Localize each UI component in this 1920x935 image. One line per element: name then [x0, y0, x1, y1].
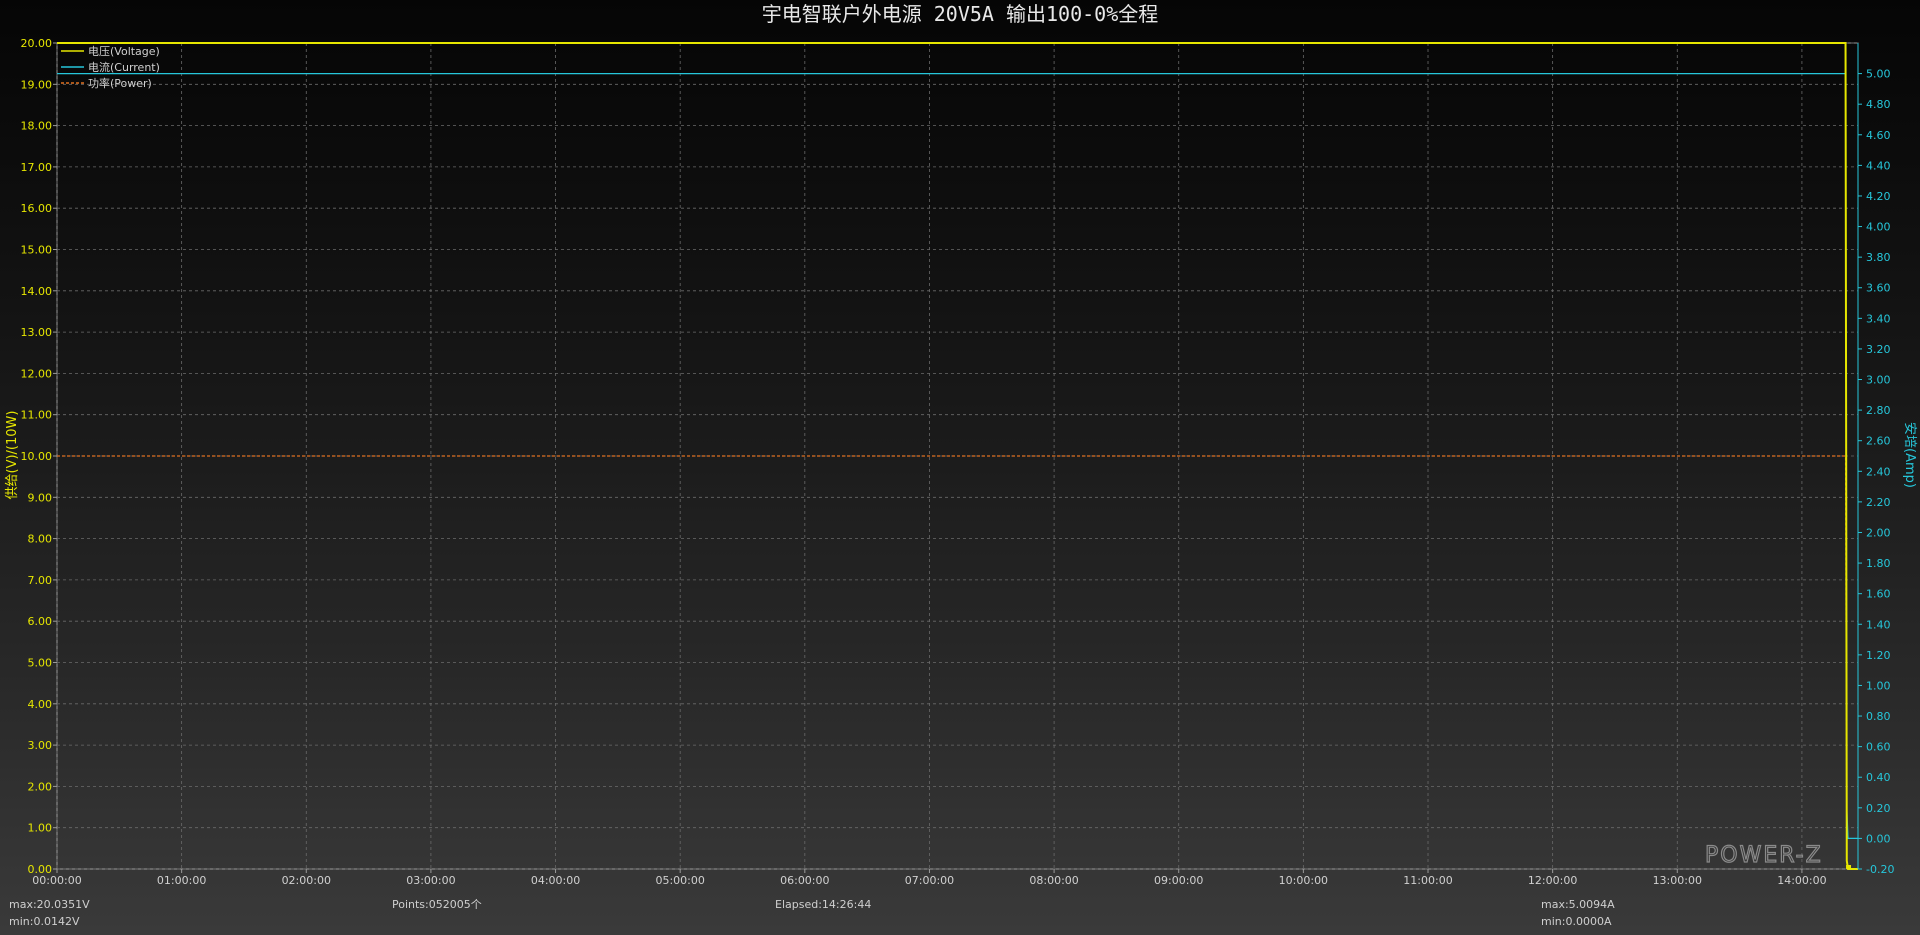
y-right-tick-label: 4.00	[1866, 221, 1891, 234]
y-left-tick-label: 20.00	[21, 37, 53, 50]
x-tick-label: 05:00:00	[655, 874, 704, 887]
legend-power-label: 功率(Power)	[88, 76, 152, 90]
end-marker	[1846, 865, 1852, 869]
current-min: min:0.0000A	[1541, 915, 1612, 928]
current-max: max:5.0094A	[1541, 898, 1615, 911]
y-right-tick-label: 0.20	[1866, 802, 1891, 815]
points-count: Points:052005个	[392, 898, 482, 911]
voltage-max: max:20.0351V	[9, 898, 90, 911]
y-right-tick-label: 2.20	[1866, 496, 1891, 509]
power-z-logo: POWER-Z	[1705, 843, 1823, 868]
y-left-tick-label: 7.00	[28, 574, 53, 587]
y-left-tick-label: 4.00	[28, 698, 53, 711]
y-left-tick-label: 11.00	[21, 409, 53, 422]
x-tick-label: 08:00:00	[1029, 874, 1078, 887]
y-right-tick-label: 1.00	[1866, 679, 1891, 692]
y-right-tick-label: 5.00	[1866, 68, 1891, 81]
y-axis-right-ticks: -0.20 0.00 0.20 0.40 0.60 0.80 1.00 1.20 1.40 1.6…	[1857, 43, 1894, 876]
y-right-tick-label: 2.60	[1866, 435, 1891, 448]
x-axis-ticks: 00:00:00 01:00:00 02:00:00 03:00:00 04:00:00…	[32, 869, 1827, 887]
chart-svg: 宇电智联户外电源 20V5A 输出100-0%全程 0.00 1.00 2.00 3.…	[5, 2, 1918, 928]
x-tick-label: 02:00:00	[282, 874, 331, 887]
x-tick-label: 04:00:00	[531, 874, 580, 887]
y-axis-left-title: 供给(V)/(10W)	[5, 411, 20, 500]
y-left-tick-label: 2.00	[28, 780, 53, 793]
x-tick-label: 06:00:00	[780, 874, 829, 887]
y-left-tick-label: 14.00	[21, 285, 53, 298]
y-right-tick-label: 0.80	[1866, 710, 1891, 723]
y-left-tick-label: 10.00	[21, 450, 53, 463]
y-left-tick-label: 3.00	[28, 739, 53, 752]
y-right-tick-label: 4.20	[1866, 190, 1891, 203]
y-right-tick-label: 3.00	[1866, 374, 1891, 387]
x-tick-label: 10:00:00	[1279, 874, 1328, 887]
y-right-tick-label: 1.60	[1866, 588, 1891, 601]
y-left-tick-label: 16.00	[21, 202, 53, 215]
y-left-tick-label: 8.00	[28, 533, 53, 546]
y-right-tick-label: 1.20	[1866, 649, 1891, 662]
y-right-tick-label: -0.20	[1866, 863, 1894, 876]
y-left-tick-label: 9.00	[28, 491, 53, 504]
legend-current-label: 电流(Current)	[88, 60, 160, 74]
y-left-tick-label: 1.00	[28, 822, 53, 835]
voltage-min: min:0.0142V	[9, 915, 80, 928]
legend-voltage-label: 电压(Voltage)	[88, 45, 160, 58]
y-right-tick-label: 4.80	[1866, 98, 1891, 111]
y-right-tick-label: 2.80	[1866, 404, 1891, 417]
y-left-tick-label: 19.00	[21, 78, 53, 91]
y-left-tick-label: 13.00	[21, 326, 53, 339]
x-tick-label: 07:00:00	[905, 874, 954, 887]
y-right-tick-label: 3.80	[1866, 251, 1891, 264]
elapsed-time: Elapsed:14:26:44	[775, 898, 871, 911]
x-tick-label: 11:00:00	[1403, 874, 1452, 887]
y-right-tick-label: 2.00	[1866, 526, 1891, 539]
y-right-tick-label: 3.40	[1866, 312, 1891, 325]
y-right-tick-label: 1.40	[1866, 618, 1891, 631]
y-right-tick-label: 3.60	[1866, 282, 1891, 295]
y-left-tick-label: 15.00	[21, 244, 53, 257]
x-tick-label: 13:00:00	[1653, 874, 1702, 887]
y-right-tick-label: 0.00	[1866, 832, 1891, 845]
y-right-tick-label: 1.80	[1866, 557, 1891, 570]
y-left-tick-label: 18.00	[21, 120, 53, 133]
legend: 电压(Voltage) 电流(Current) 功率(Power)	[61, 45, 160, 90]
y-axis-left-ticks: 0.001.002.003.004.005.006.007.008.009.00…	[21, 37, 57, 876]
y-right-tick-label: 3.20	[1866, 343, 1891, 356]
y-right-tick-label: 2.40	[1866, 465, 1891, 478]
chart-stage: 宇电智联户外电源 20V5A 输出100-0%全程 0.00 1.00 2.00 3.…	[0, 0, 1920, 935]
y-right-tick-label: 4.60	[1866, 129, 1891, 142]
y-left-tick-label: 6.00	[28, 615, 53, 628]
x-tick-label: 09:00:00	[1154, 874, 1203, 887]
y-right-tick-label: 0.60	[1866, 741, 1891, 754]
x-tick-label: 00:00:00	[32, 874, 81, 887]
y-right-tick-label: 0.40	[1866, 771, 1891, 784]
y-left-tick-label: 17.00	[21, 161, 53, 174]
y-axis-right-title: 安培(Amp)	[1902, 422, 1918, 488]
y-left-tick-label: 5.00	[28, 657, 53, 670]
x-tick-label: 14:00:00	[1777, 874, 1826, 887]
stats-bar: max:20.0351V min:0.0142V Points:052005个 …	[9, 898, 1615, 928]
x-tick-label: 12:00:00	[1528, 874, 1577, 887]
y-left-tick-label: 12.00	[21, 367, 53, 380]
x-tick-label: 03:00:00	[406, 874, 455, 887]
x-tick-label: 01:00:00	[157, 874, 206, 887]
y-right-tick-label: 4.40	[1866, 159, 1891, 172]
chart-title: 宇电智联户外电源 20V5A 输出100-0%全程	[762, 2, 1159, 26]
